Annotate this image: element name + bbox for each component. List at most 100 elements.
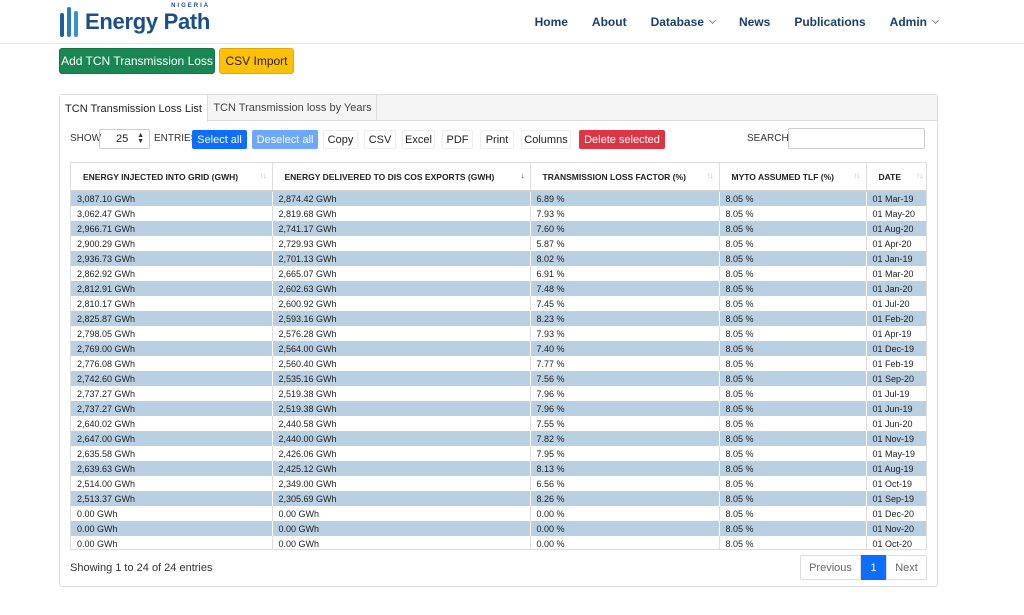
table-row[interactable]: 2,769.00 GWh 2,564.00 GWh 7.40 % 8.05 % 01 D… (71, 341, 926, 356)
table-row[interactable]: 2,639.63 GWh 2,425.12 GWh 8.13 % 8.05 % 01 A… (71, 461, 926, 476)
previous-page-button[interactable]: Previous (800, 555, 861, 580)
cell-loss-factor: 8.23 % (530, 311, 720, 326)
cell-energy-injected: 2,742.60 GWh (71, 371, 273, 386)
cell-energy-delivered: 2,425.12 GWh (272, 461, 531, 476)
table-row[interactable]: 2,862.92 GWh 2,665.07 GWh 6.91 % 8.05 % 01 M… (71, 266, 926, 281)
cell-loss-factor: 5.87 % (530, 236, 720, 251)
table-row[interactable]: 2,635.58 GWh 2,426.06 GWh 7.95 % 8.05 % 01 M… (71, 446, 926, 461)
cell-energy-injected: 2,635.58 GWh (71, 446, 273, 461)
cell-energy-delivered: 2,729.93 GWh (272, 236, 531, 251)
cell-energy-delivered: 2,440.00 GWh (272, 431, 531, 446)
nav-admin[interactable]: Admin (890, 15, 940, 29)
cell-energy-delivered: 2,576.28 GWh (272, 326, 531, 341)
nav-about[interactable]: About (592, 15, 627, 29)
next-page-button[interactable]: Next (886, 555, 927, 580)
table-row[interactable]: 2,742.60 GWh 2,535.16 GWh 7.56 % 8.05 % 01 S… (71, 371, 926, 386)
cell-myto-tlf: 8.05 % (719, 221, 867, 236)
cell-myto-tlf: 8.05 % (719, 476, 867, 491)
column-header-energy-injected[interactable]: ENERGY INJECTED INTO GRID (GWH) ↑↓ (71, 163, 273, 192)
cell-energy-delivered: 2,560.40 GWh (272, 356, 531, 371)
table-row[interactable]: 0.00 GWh 0.00 GWh 0.00 % 8.05 % 01 Nov-20 (71, 521, 926, 536)
copy-button[interactable]: Copy (323, 130, 358, 149)
brand-name: NIGERIA Energy Path (85, 3, 211, 35)
columns-button[interactable]: Columns (521, 130, 571, 149)
column-header-date[interactable]: DATE ↑↓ (866, 163, 926, 192)
cell-energy-delivered: 2,349.00 GWh (272, 476, 531, 491)
table-row[interactable]: 2,513.37 GWh 2,305.69 GWh 8.26 % 8.05 % 01 S… (71, 491, 926, 506)
table-row[interactable]: 2,647.00 GWh 2,440.00 GWh 7.82 % 8.05 % 01 N… (71, 431, 926, 446)
cell-myto-tlf: 8.05 % (719, 191, 867, 206)
cell-date: 01 Mar-19 (866, 191, 926, 206)
csv-export-button[interactable]: CSV (364, 130, 396, 149)
table-row[interactable]: 2,737.27 GWh 2,519.38 GWh 7.96 % 8.05 % 01 J… (71, 401, 926, 416)
table-row[interactable]: 2,812.91 GWh 2,602.63 GWh 7.48 % 8.05 % 01 J… (71, 281, 926, 296)
cell-date: 01 Oct-19 (866, 476, 926, 491)
deselect-all-button[interactable]: Deselect all (252, 130, 318, 149)
print-button[interactable]: Print (480, 130, 514, 149)
sort-icon: ↑↓ (706, 171, 714, 180)
cell-date: 01 Feb-19 (866, 356, 926, 371)
cell-loss-factor: 7.96 % (530, 401, 720, 416)
brand-name-text: Energy Path (85, 9, 211, 34)
nav-database[interactable]: Database (651, 15, 716, 29)
page-size-select[interactable]: 25 ▲ ▼ (99, 129, 150, 149)
cell-myto-tlf: 8.05 % (719, 431, 867, 446)
page-1-button[interactable]: 1 (861, 555, 886, 580)
excel-export-button[interactable]: Excel (402, 130, 435, 149)
cell-loss-factor: 6.91 % (530, 266, 720, 281)
nav-home[interactable]: Home (535, 15, 568, 29)
table-row[interactable]: 0.00 GWh 0.00 GWh 0.00 % 8.05 % 01 Dec-20 (71, 506, 926, 521)
table-row[interactable]: 2,966.71 GWh 2,741.17 GWh 7.60 % 8.05 % 01 A… (71, 221, 926, 236)
cell-loss-factor: 6.56 % (530, 476, 720, 491)
table-row[interactable]: 2,640.02 GWh 2,440.58 GWh 7.55 % 8.05 % 01 J… (71, 416, 926, 431)
cell-date: 01 Nov-19 (866, 431, 926, 446)
table-info: Showing 1 to 24 of 24 entries (70, 562, 213, 574)
column-header-myto-tlf[interactable]: MYTO ASSUMED TLF (%) ↑↓ (719, 163, 867, 192)
table-row[interactable]: 2,776.08 GWh 2,560.40 GWh 7.77 % 8.05 % 01 F… (71, 356, 926, 371)
select-all-button[interactable]: Select all (192, 130, 247, 149)
nav-news-label: News (738, 15, 771, 29)
cell-myto-tlf: 8.05 % (719, 296, 867, 311)
column-header-label: MYTO ASSUMED TLF (%) (731, 171, 834, 182)
table-row[interactable]: 0.00 GWh 0.00 GWh 0.00 % 8.05 % 01 Oct-20 (71, 536, 926, 549)
table-row[interactable]: 2,936.73 GWh 2,701.13 GWh 8.02 % 8.05 % 01 J… (71, 251, 926, 266)
cell-loss-factor: 8.02 % (530, 251, 720, 266)
nav-publications[interactable]: Publications (794, 15, 865, 29)
table-row[interactable]: 2,514.00 GWh 2,349.00 GWh 6.56 % 8.05 % 01 O… (71, 476, 926, 491)
cell-energy-delivered: 2,593.16 GWh (272, 311, 531, 326)
column-header-label: TRANSMISSION LOSS FACTOR (%) (542, 171, 686, 182)
search-input[interactable] (788, 128, 925, 149)
cell-energy-delivered: 0.00 GWh (272, 521, 531, 536)
delete-selected-button[interactable]: Delete selected (579, 130, 665, 149)
cell-myto-tlf: 8.05 % (719, 446, 867, 461)
table-row[interactable]: 2,737.27 GWh 2,519.38 GWh 7.96 % 8.05 % 01 J… (71, 386, 926, 401)
table-row[interactable]: 3,062.47 GWh 2,819.68 GWh 7.93 % 8.05 % 01 M… (71, 206, 926, 221)
tab-transmission-loss-by-years[interactable]: TCN Transmission loss by Years (209, 95, 377, 121)
nav-news[interactable]: News (739, 15, 770, 29)
column-header-label: ENERGY DELIVERED TO DIS COS EXPORTS (GWH… (284, 171, 495, 182)
cell-energy-delivered: 2,665.07 GWh (272, 266, 531, 281)
cell-energy-injected: 2,647.00 GWh (71, 431, 273, 446)
table-row[interactable]: 2,810.17 GWh 2,600.92 GWh 7.45 % 8.05 % 01 J… (71, 296, 926, 311)
cell-energy-delivered: 2,874.42 GWh (272, 191, 531, 206)
pdf-export-button[interactable]: PDF (442, 130, 473, 149)
cell-myto-tlf: 8.05 % (719, 371, 867, 386)
cell-loss-factor: 8.13 % (530, 461, 720, 476)
tab-transmission-loss-list[interactable]: TCN Transmission Loss List (60, 95, 208, 122)
cell-energy-injected: 2,776.08 GWh (71, 356, 273, 371)
table-row[interactable]: 2,825.87 GWh 2,593.16 GWh 8.23 % 8.05 % 01 F… (71, 311, 926, 326)
cell-myto-tlf: 8.05 % (719, 491, 867, 506)
table-row[interactable]: 2,798.05 GWh 2,576.28 GWh 7.93 % 8.05 % 01 A… (71, 326, 926, 341)
add-transmission-loss-button[interactable]: Add TCN Transmission Loss (59, 48, 215, 74)
cell-loss-factor: 0.00 % (530, 536, 720, 549)
csv-import-button[interactable]: CSV Import (219, 48, 294, 74)
table-row[interactable]: 3,087.10 GWh 2,874.42 GWh 6.89 % 8.05 % 01 M… (71, 191, 926, 206)
table-row[interactable]: 2,900.29 GWh 2,729.93 GWh 5.87 % 8.05 % 01 A… (71, 236, 926, 251)
brand-logo[interactable]: NIGERIA Energy Path (60, 3, 211, 39)
column-header-loss-factor[interactable]: TRANSMISSION LOSS FACTOR (%) ↑↓ (530, 163, 720, 192)
nav-about-label: About (591, 15, 627, 29)
table-body: 3,087.10 GWh 2,874.42 GWh 6.89 % 8.05 % 01 M… (71, 191, 926, 549)
column-header-energy-delivered[interactable]: ENERGY DELIVERED TO DIS COS EXPORTS (GWH… (272, 163, 531, 192)
cell-loss-factor: 8.26 % (530, 491, 720, 506)
cell-energy-injected: 2,966.71 GWh (71, 221, 273, 236)
